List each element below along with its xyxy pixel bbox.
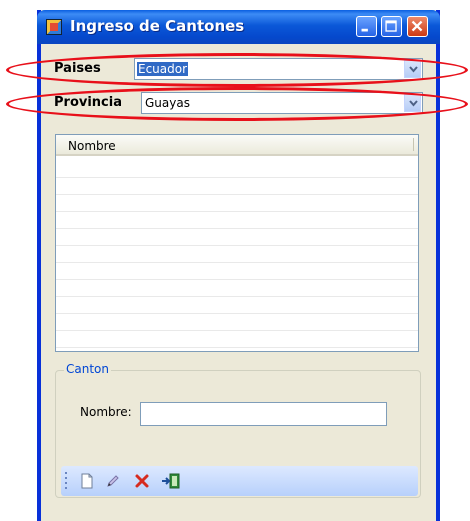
nombre-input[interactable] [140,402,387,426]
window-title: Ingreso de Cantones [70,17,245,35]
exit-door-icon[interactable] [161,473,181,489]
grid-row-line [56,279,418,280]
grid-row-line [56,313,418,314]
column-separator [413,138,414,151]
edit-pencil-icon[interactable] [105,473,121,489]
app-icon [46,19,62,35]
nombre-label: Nombre: [80,405,132,419]
grid-row-line [56,211,418,212]
delete-x-icon[interactable] [134,473,150,489]
title-bar[interactable]: Ingreso de Cantones [37,10,440,44]
minimize-icon [361,28,368,32]
new-document-icon[interactable] [79,473,95,489]
cantones-grid[interactable]: Nombre [55,134,419,352]
toolbar-grip[interactable] [65,472,68,490]
column-header-nombre[interactable]: Nombre [68,139,116,153]
close-icon [411,20,423,32]
maximize-button[interactable] [381,16,402,37]
grid-row-line [56,194,418,195]
minimize-button[interactable] [356,16,377,37]
canton-legend: Canton [64,362,111,376]
grid-row-line [56,245,418,246]
close-button[interactable] [407,16,428,37]
grid-row-line [56,347,418,348]
grid-row-line [56,330,418,331]
annotation-ellipse-provincia [6,87,468,121]
grid-row-line [56,177,418,178]
grid-row-line [56,296,418,297]
maximize-icon [385,20,397,32]
grid-row-line [56,228,418,229]
action-toolbar [61,466,418,496]
grid-header: Nombre [56,135,418,156]
grid-row-line [56,262,418,263]
annotation-ellipse-paises [6,53,468,87]
